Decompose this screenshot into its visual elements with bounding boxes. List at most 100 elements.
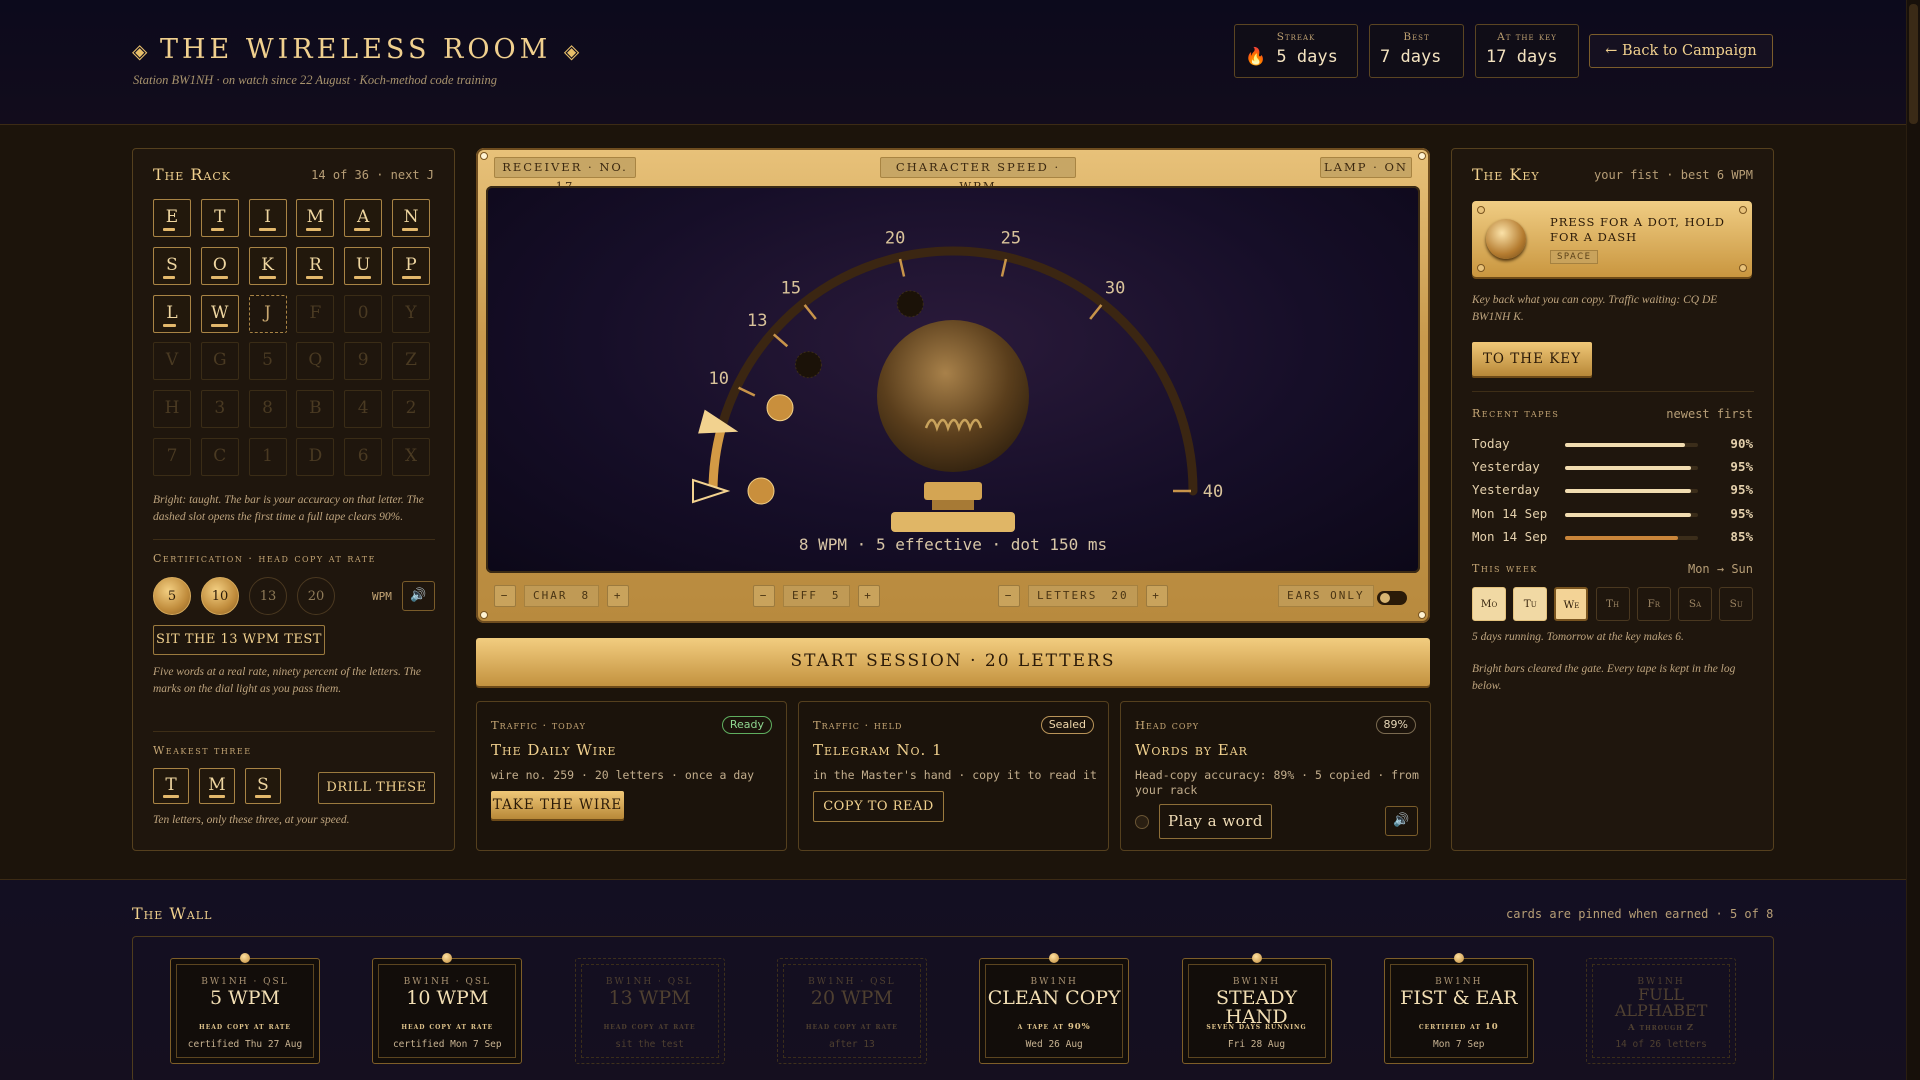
copy-to-read-button[interactable]: COPY TO READ bbox=[813, 791, 944, 822]
rack-tile: F bbox=[296, 294, 335, 333]
rack-tile: 4 bbox=[344, 390, 383, 429]
qsl-call: BW1NH bbox=[1232, 977, 1281, 987]
rack-tile: 1 bbox=[248, 438, 287, 476]
tape-row: Yesterday 95% bbox=[1472, 459, 1753, 479]
dial-tick-label: 20 bbox=[885, 229, 905, 249]
telegraph-key[interactable]: PRESS FOR A DOT, HOLD FOR A DASH SPACE bbox=[1472, 201, 1752, 277]
dial-tick-label: 40 bbox=[1203, 482, 1223, 502]
accuracy-bar bbox=[258, 228, 276, 231]
day-tu: Tu bbox=[1513, 587, 1548, 621]
qsl-card[interactable]: BW1NH FULL ALPHABET A through Z 14 of 26 le… bbox=[1586, 958, 1737, 1064]
streak-label: Streak bbox=[1276, 31, 1316, 43]
rack-tile: B bbox=[296, 390, 335, 429]
rack-tile[interactable]: O bbox=[200, 246, 239, 285]
lamp-socket bbox=[924, 482, 982, 500]
flame-icon: 🔥 bbox=[1245, 47, 1267, 67]
weak-letter-tile[interactable]: M bbox=[199, 768, 235, 804]
tape-pct: 85% bbox=[1730, 528, 1753, 544]
at-key-stat: At the key 17 days bbox=[1475, 24, 1579, 78]
qsl-card[interactable]: BW1NH · QSL 20 WPM head copy at rate after … bbox=[776, 958, 927, 1064]
eff-control: − EFF 5 + bbox=[753, 585, 880, 607]
streak-stat: Streak 🔥 5 days bbox=[1234, 24, 1358, 78]
key-knob-icon bbox=[1486, 219, 1526, 259]
qsl-title: 10 WPM bbox=[406, 987, 489, 1009]
rack-tile[interactable]: S bbox=[153, 246, 191, 285]
rack-tile[interactable]: P bbox=[392, 246, 430, 285]
speaker-icon[interactable]: 🔊 bbox=[402, 581, 435, 611]
char-decrease-button[interactable]: − bbox=[494, 585, 516, 607]
speaker-icon[interactable]: 🔊 bbox=[1385, 806, 1418, 836]
rack-tile[interactable]: J bbox=[248, 294, 287, 333]
tile-letter: F bbox=[309, 302, 322, 323]
at-key-label: At the key bbox=[1497, 31, 1557, 43]
tile-letter: J bbox=[264, 302, 271, 323]
ears-only-toggle[interactable] bbox=[1377, 591, 1407, 605]
start-session-button[interactable]: START SESSION · 20 LETTERS bbox=[476, 638, 1430, 686]
rack-tile[interactable]: M bbox=[296, 199, 335, 237]
weak-letter-tile[interactable]: S bbox=[245, 768, 281, 804]
weak-letter-tile[interactable]: T bbox=[153, 768, 189, 804]
card-kicker: Traffic · today bbox=[491, 718, 586, 732]
cert-note: Five words at a real rate, ninety percen… bbox=[153, 666, 421, 695]
app-title-text: THE WIRELESS ROOM bbox=[159, 34, 552, 65]
screw bbox=[1418, 152, 1426, 160]
qsl-card[interactable]: BW1NH · QSL 5 WPM head copy at rate certifi… bbox=[170, 953, 320, 1064]
dial-tick-label: 25 bbox=[1001, 229, 1021, 249]
at-key-value: 17 days bbox=[1486, 47, 1558, 67]
letters-decrease-button[interactable]: − bbox=[998, 585, 1020, 607]
rack-tile[interactable]: U bbox=[344, 246, 383, 285]
wall-section: The Wall cards are pinned when earned · … bbox=[0, 879, 1906, 1080]
tile-letter: T bbox=[214, 207, 226, 227]
qsl-card[interactable]: BW1NH FIST & EAR certified at 10 Mon 7 Sep bbox=[1383, 953, 1534, 1064]
tile-letter: R bbox=[308, 254, 322, 275]
card-desc: Head-copy accuracy: 89% · 5 copied · fro… bbox=[1135, 768, 1419, 797]
rack-tile[interactable]: A bbox=[344, 199, 383, 237]
rack-tile[interactable]: N bbox=[392, 199, 430, 237]
play-word-button[interactable]: Play a word bbox=[1159, 804, 1272, 839]
qsl-card[interactable]: BW1NH · QSL 13 WPM head copy at rate sit th… bbox=[574, 958, 725, 1064]
scrollbar-thumb[interactable] bbox=[1909, 4, 1918, 124]
rack-tile[interactable]: E bbox=[153, 199, 191, 237]
key-title: The Key bbox=[1472, 165, 1540, 184]
rack-tile[interactable]: R bbox=[296, 246, 335, 285]
day-sa: Sa bbox=[1678, 587, 1712, 621]
char-control: − CHAR 8 + bbox=[494, 585, 630, 607]
to-the-key-button[interactable]: TO THE KEY bbox=[1472, 342, 1592, 376]
accuracy-bar bbox=[163, 795, 179, 798]
back-to-campaign-button[interactable]: ← Back to Campaign bbox=[1589, 34, 1773, 68]
tile-letter: M bbox=[208, 775, 226, 795]
qsl-call: BW1NH · QSL bbox=[403, 977, 491, 987]
week-meta: Mon → Sun bbox=[1687, 562, 1753, 576]
qsl-card[interactable]: BW1NH STEADY HAND seven days running Fri 28… bbox=[1181, 953, 1332, 1064]
app-subtitle: Station BW1NH · on watch since 22 August… bbox=[133, 73, 497, 87]
qsl-foot: certified Mon 7 Sep bbox=[392, 1039, 502, 1050]
qsl-card[interactable]: BW1NH · QSL 10 WPM head copy at rate certif… bbox=[372, 953, 523, 1064]
tile-letter: 4 bbox=[357, 398, 369, 419]
rack-tile[interactable]: K bbox=[248, 246, 287, 285]
tile-letter: X bbox=[404, 446, 418, 466]
page-scrollbar[interactable] bbox=[1906, 0, 1920, 1080]
tape-date: Yesterday bbox=[1472, 459, 1540, 475]
status-badge: Ready bbox=[721, 716, 772, 734]
tile-letter: E bbox=[165, 207, 179, 227]
screw bbox=[1477, 264, 1485, 272]
rack-tile[interactable]: W bbox=[200, 294, 239, 333]
rack-tile[interactable]: T bbox=[200, 199, 239, 237]
eff-value: 5 bbox=[831, 589, 841, 602]
drill-these-button[interactable]: DRILL THESE bbox=[318, 772, 435, 804]
eff-decrease-button[interactable]: − bbox=[753, 585, 775, 607]
tile-letter: T bbox=[165, 775, 177, 795]
qsl-card[interactable]: BW1NH CLEAN COPY a tape at 90% Wed 26 Aug bbox=[979, 953, 1130, 1064]
take-wire-button[interactable]: TAKE THE WIRE bbox=[491, 791, 624, 819]
rack-tile: 5 bbox=[248, 342, 287, 381]
char-increase-button[interactable]: + bbox=[607, 585, 630, 607]
key-meta: your fist · best 6 WPM bbox=[1594, 168, 1753, 182]
tile-letter: W bbox=[211, 302, 229, 323]
eff-increase-button[interactable]: + bbox=[857, 585, 880, 607]
streak-value-wrap: 🔥 5 days bbox=[1245, 47, 1347, 67]
rack-tile[interactable]: I bbox=[248, 199, 287, 237]
letters-increase-button[interactable]: + bbox=[1145, 585, 1168, 607]
rack-tile[interactable]: L bbox=[153, 294, 191, 333]
weak-title: Weakest three bbox=[153, 744, 252, 757]
sit-test-button[interactable]: SIT THE 13 WPM TEST bbox=[153, 625, 325, 655]
